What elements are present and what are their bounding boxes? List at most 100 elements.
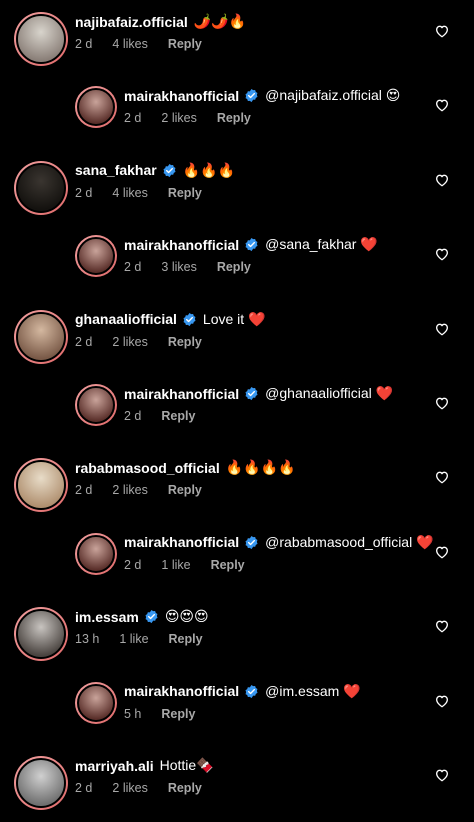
username[interactable]: mairakhanofficial: [124, 683, 239, 699]
comment-body: Love it ❤️: [202, 310, 266, 327]
comment-text-line: mairakhanofficial @sana_fakhar ❤️: [124, 236, 378, 253]
heart-outline-icon[interactable]: [434, 544, 450, 560]
comment: ghanaaliofficial Love it ❤️ 2 d 2 likes …: [0, 298, 474, 368]
username[interactable]: sana_fakhar: [75, 162, 157, 178]
likes-count[interactable]: 1 like: [119, 632, 148, 646]
comment-meta: 2 d 1 like Reply: [124, 558, 265, 572]
verified-badge-icon: [245, 238, 258, 252]
comment-text-line: im.essam 😍😍😍: [75, 608, 209, 625]
verified-badge-icon: [245, 684, 258, 698]
reply-button[interactable]: Reply: [217, 111, 251, 125]
comment-meta: 13 h 1 like Reply: [75, 632, 223, 646]
reply-button[interactable]: Reply: [217, 260, 251, 274]
reply-button[interactable]: Reply: [161, 707, 195, 721]
avatar[interactable]: [75, 532, 117, 575]
likes-count[interactable]: 4 likes: [112, 37, 147, 51]
heart-outline-icon[interactable]: [434, 321, 450, 337]
avatar[interactable]: [14, 12, 68, 66]
avatar[interactable]: [75, 235, 117, 278]
avatar-image: [77, 386, 115, 424]
timestamp: 2 d: [75, 781, 93, 795]
timestamp: 2 d: [75, 37, 93, 51]
comment: najibafaiz.official 🌶️🌶️🔥 2 d 4 likes Re…: [0, 0, 474, 70]
avatar-image: [77, 683, 115, 722]
timestamp: 2 d: [124, 557, 142, 572]
verified-badge-icon: [163, 163, 176, 177]
avatar[interactable]: [75, 86, 117, 129]
avatar-image: [77, 237, 115, 276]
comment-meta: 2 d 4 likes Reply: [75, 186, 222, 200]
heart-outline-icon[interactable]: [434, 23, 450, 39]
reply-button[interactable]: Reply: [169, 632, 203, 646]
heart-outline-icon[interactable]: [434, 767, 450, 783]
comment-reply: mairakhanofficial @sana_fakhar ❤️ 2 d 3 …: [0, 223, 474, 293]
avatar-image: [16, 758, 66, 808]
reply-button[interactable]: Reply: [168, 781, 202, 795]
comment-meta: 2 d 2 likes Reply: [75, 335, 222, 349]
avatar[interactable]: [14, 607, 68, 662]
avatar-image: [16, 460, 66, 511]
comment-meta: 2 d 3 likes Reply: [124, 260, 271, 274]
comment-body: @rababmasood_official ❤️: [265, 533, 434, 550]
username[interactable]: mairakhanofficial: [124, 386, 239, 402]
avatar[interactable]: [75, 681, 117, 724]
heart-outline-icon[interactable]: [434, 469, 450, 485]
comment: marriyah.ali Hottie🍫 2 d 2 likes Reply: [0, 744, 474, 814]
avatar-image: [16, 162, 66, 213]
username[interactable]: najibafaiz.official: [75, 14, 188, 30]
heart-outline-icon[interactable]: [434, 172, 450, 188]
comment-reply: mairakhanofficial @najibafaiz.official 😍…: [0, 74, 474, 144]
heart-outline-icon[interactable]: [434, 693, 450, 709]
comment-reply: mairakhanofficial @rababmasood_official …: [0, 521, 474, 591]
comment-text-line: rababmasood_official 🔥🔥🔥🔥: [75, 459, 295, 476]
comment-meta: 2 d Reply: [124, 409, 215, 423]
comment-text-line: najibafaiz.official 🌶️🌶️🔥: [75, 13, 246, 30]
username[interactable]: mairakhanofficial: [124, 534, 239, 550]
likes-count[interactable]: 4 likes: [112, 186, 147, 200]
likes-count[interactable]: 3 likes: [161, 260, 196, 274]
username[interactable]: ghanaaliofficial: [75, 311, 177, 327]
avatar-image: [16, 609, 66, 660]
comment-body: @najibafaiz.official 😍: [265, 87, 401, 104]
reply-button[interactable]: Reply: [161, 409, 195, 423]
comment-text-line: marriyah.ali Hottie🍫: [75, 757, 214, 774]
likes-count[interactable]: 2 likes: [112, 483, 147, 497]
username[interactable]: im.essam: [75, 609, 139, 625]
comment-body: 🔥🔥🔥🔥: [225, 459, 296, 476]
heart-outline-icon[interactable]: [434, 618, 450, 634]
comment-list: najibafaiz.official 🌶️🌶️🔥 2 d 4 likes Re…: [0, 0, 474, 822]
heart-outline-icon[interactable]: [434, 246, 450, 262]
comment-reply: mairakhanofficial @ghanaaliofficial ❤️ 2…: [0, 372, 474, 442]
heart-outline-icon[interactable]: [434, 97, 450, 113]
avatar[interactable]: [75, 384, 117, 426]
comment-body: @im.essam ❤️: [265, 682, 361, 699]
likes-count[interactable]: 1 like: [161, 558, 190, 572]
reply-button[interactable]: Reply: [168, 186, 202, 200]
verified-badge-icon: [183, 312, 196, 326]
reply-button[interactable]: Reply: [168, 483, 202, 497]
likes-count[interactable]: 2 likes: [112, 335, 147, 349]
comment-meta: 2 d 2 likes Reply: [75, 781, 222, 795]
reply-button[interactable]: Reply: [168, 37, 202, 51]
avatar[interactable]: [14, 756, 68, 810]
username[interactable]: rababmasood_official: [75, 460, 220, 476]
comment-meta: 2 d 4 likes Reply: [75, 37, 222, 51]
username[interactable]: mairakhanofficial: [124, 88, 239, 104]
comment-text-line: ghanaaliofficial Love it ❤️: [75, 311, 266, 328]
likes-count[interactable]: 2 likes: [112, 781, 147, 795]
heart-outline-icon[interactable]: [434, 395, 450, 411]
comment-reply: mairakhanofficial @im.essam ❤️ 5 h Reply: [0, 670, 474, 740]
reply-button[interactable]: Reply: [211, 558, 245, 572]
reply-button[interactable]: Reply: [168, 335, 202, 349]
username[interactable]: marriyah.ali: [75, 758, 154, 774]
avatar-image: [16, 14, 66, 64]
avatar[interactable]: [14, 458, 68, 513]
timestamp: 2 d: [124, 111, 142, 126]
comment-text-line: mairakhanofficial @rababmasood_official …: [124, 534, 434, 551]
avatar[interactable]: [14, 160, 68, 215]
comment-body: Hottie🍫: [159, 757, 214, 773]
username[interactable]: mairakhanofficial: [124, 237, 239, 253]
avatar[interactable]: [14, 309, 68, 364]
timestamp: 5 h: [124, 706, 142, 721]
likes-count[interactable]: 2 likes: [161, 111, 196, 125]
